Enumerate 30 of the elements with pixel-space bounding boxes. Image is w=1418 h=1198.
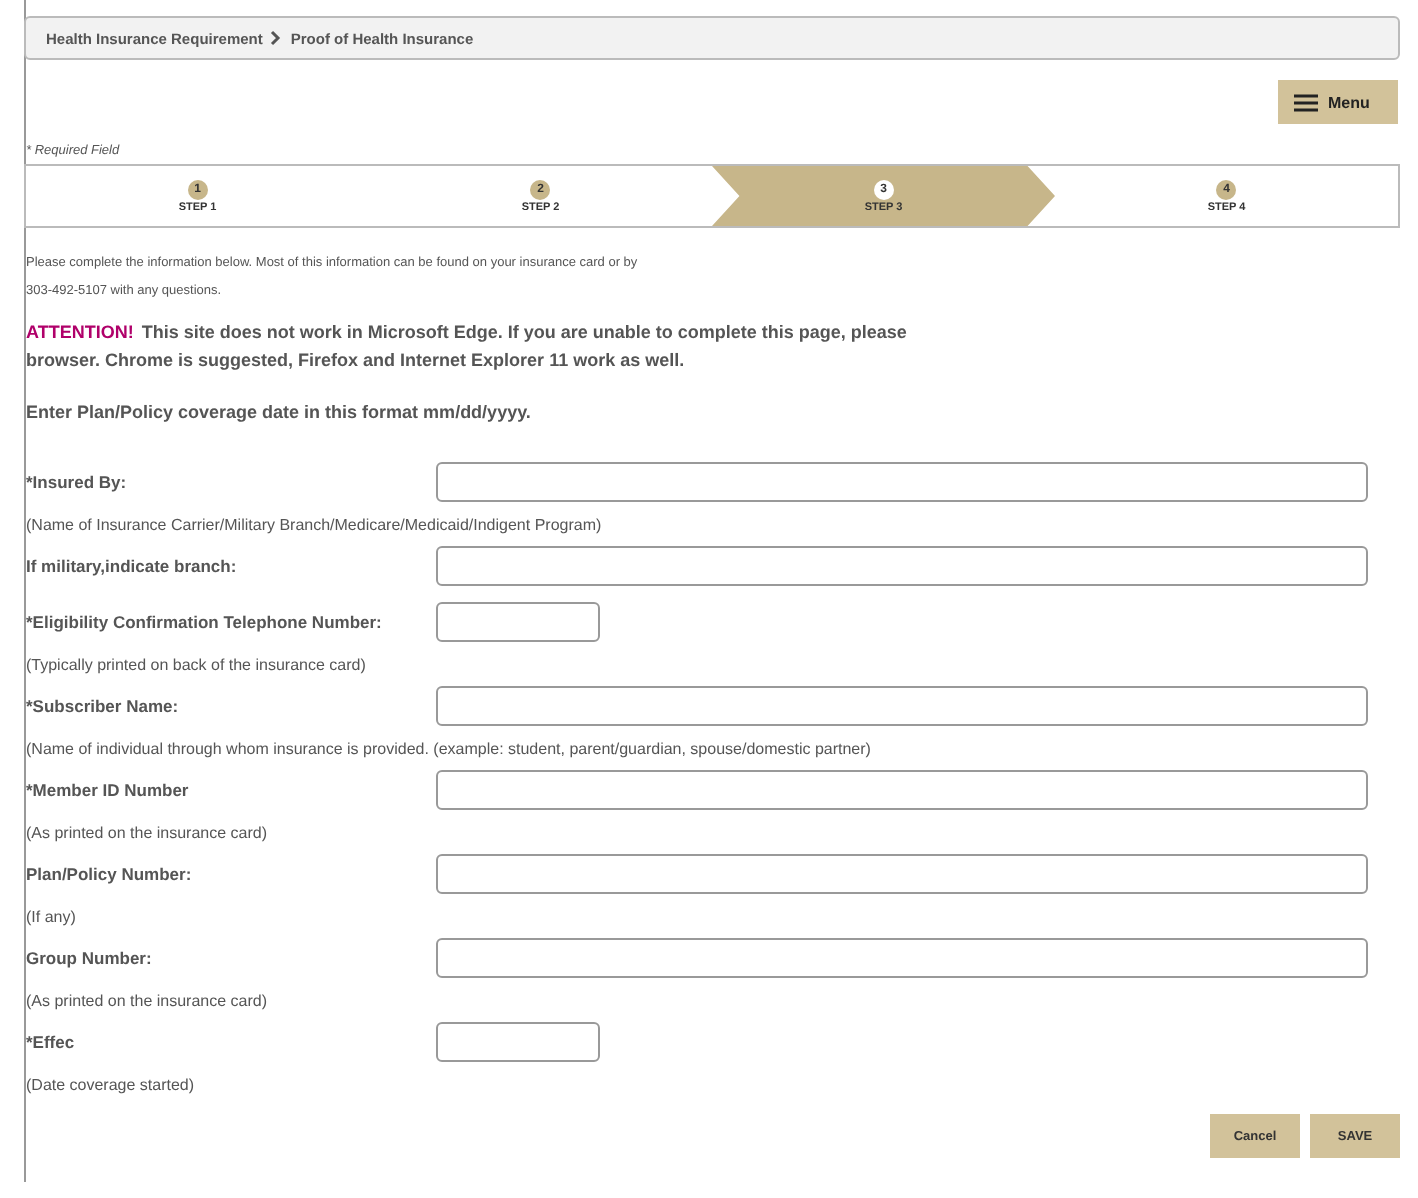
field-label: If military,indicate branch: — [26, 556, 239, 576]
menu-icon — [1294, 93, 1318, 111]
menu-button[interactable]: Menu — [1278, 80, 1398, 124]
chevron-icon — [270, 30, 283, 46]
input-field[interactable] — [436, 462, 1368, 502]
field-label: *Effec — [26, 1032, 77, 1052]
input-field[interactable] — [436, 602, 600, 642]
field-label: *Subscriber Name: — [26, 696, 181, 716]
field-hint: (Name of Insurance Carrier/Military Branch/Medicare/Medicaid/Indigent Program) — [26, 516, 604, 534]
input-field[interactable] — [436, 686, 1368, 726]
input-field[interactable] — [436, 854, 1368, 894]
input-field[interactable] — [436, 546, 1368, 586]
field-hint: (Name of individual through whom insurance is provided. (example: student, parent/guardian, spouse/domestic partner) — [26, 740, 873, 758]
field-label: *Member ID Number — [26, 780, 191, 800]
field-hint: (As printed on the insurance card) — [26, 824, 270, 842]
field-label: Group Number: — [26, 948, 154, 968]
attention-text: browser. Chrome is suggested, Firefox and Internet Explorer 11 work as well. — [26, 348, 685, 374]
field-hint: (If any) — [26, 908, 78, 926]
field-hint: (As printed on the insurance card) — [26, 992, 270, 1010]
input-field[interactable] — [436, 770, 1368, 810]
field-label: Plan/Policy Number: — [26, 864, 194, 884]
date-format-note: Enter Plan/Policy coverage date in this format mm/dd/yyyy. — [26, 402, 533, 422]
field-hint: (Date coverage started) — [26, 1076, 197, 1094]
input-field[interactable] — [436, 938, 1368, 978]
input-field[interactable] — [436, 1022, 600, 1062]
field-label: *Eligibility Confirmation Telephone Number: — [26, 612, 384, 632]
attention-text: This site does not work in Microsoft Edge. If you are unable to complete this page, please — [141, 320, 907, 346]
field-hint: (Typically printed on back of the insurance card) — [26, 656, 368, 674]
field-label: *Insured By: — [26, 472, 129, 492]
attention-label: ATTENTION! — [26, 320, 134, 346]
